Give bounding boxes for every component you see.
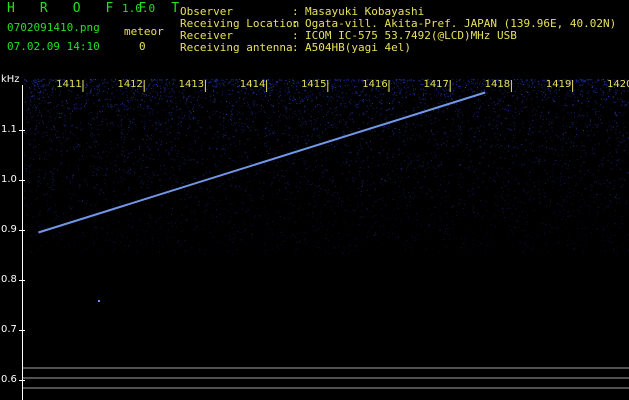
- x-tick-label: 1415: [301, 79, 327, 90]
- meteor-trace: [38, 91, 486, 234]
- x-tick-label: 1411: [56, 79, 82, 90]
- x-tick-label: 1413: [178, 79, 205, 90]
- x-tick-label: 1418: [484, 79, 511, 90]
- y-tick-label: 1.0: [1, 174, 17, 185]
- spectrogram: [19, 79, 629, 400]
- x-tick-label: 1414: [239, 79, 266, 90]
- y-tick-label: 0.8: [1, 274, 17, 285]
- echo-dot: [98, 300, 100, 302]
- x-tick-label: 1412: [117, 79, 143, 90]
- y-tick-label: 0.9: [1, 224, 17, 235]
- x-tick-label: 1420: [607, 79, 629, 90]
- x-tick-label: 1416: [362, 79, 388, 90]
- y-unit-label: kHz: [1, 74, 20, 85]
- x-tick-label: 1417: [423, 79, 449, 90]
- y-tick-label: 0.7: [1, 324, 17, 335]
- noise-field: [24, 79, 629, 255]
- x-tick-label: 1419: [545, 79, 572, 90]
- y-tick-label: 0.6: [1, 374, 17, 385]
- y-tick-label: 1.1: [1, 124, 17, 135]
